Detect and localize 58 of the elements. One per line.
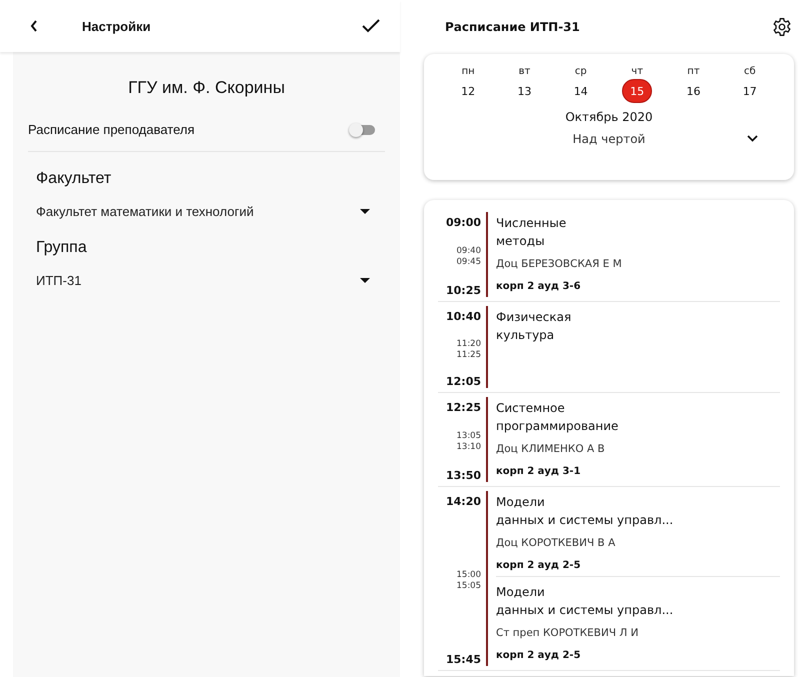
start-time: 09:00 <box>446 216 481 229</box>
teacher-name: Доц КОРОТКЕВИЧ В А <box>496 536 616 551</box>
weekday-label: пт <box>686 66 701 77</box>
chevron-icon[interactable] <box>747 135 758 142</box>
subject-name: Численные методы <box>496 215 566 250</box>
weekday-label: ср <box>574 66 588 77</box>
teacher-name: Ст преп КОРОТКЕВИЧ Л И <box>496 626 638 641</box>
settings-icon[interactable] <box>772 17 792 37</box>
back-icon[interactable] <box>30 20 38 32</box>
break-time: 09:40 <box>456 246 481 256</box>
end-time: 10:25 <box>446 284 481 297</box>
room-label: корп 2 ауд 3-6 <box>496 280 581 294</box>
weekday-label: вт <box>518 66 532 77</box>
date-button[interactable]: 14 <box>566 79 596 103</box>
caret-icon <box>360 278 370 283</box>
check-icon[interactable] <box>362 19 380 33</box>
room-label: корп 2 ауд 2-5 <box>496 559 581 573</box>
weekday-label: сб <box>742 66 757 77</box>
subject-name: Модели данных и системы управл... <box>496 584 674 619</box>
break-time: 13:05 <box>456 431 481 441</box>
university-name: ГГУ им. Ф. Скорины <box>127 78 286 98</box>
date-button[interactable]: 17 <box>734 79 765 103</box>
end-time: 12:05 <box>446 375 481 388</box>
field-label: Группа <box>36 239 88 257</box>
caret-icon <box>360 209 370 214</box>
subject-name: Системное программирование <box>496 400 618 435</box>
break-time: 11:25 <box>456 350 481 360</box>
break-time: 09:45 <box>456 257 481 267</box>
field-label: Факультет <box>36 170 112 188</box>
toggle-label: Расписание преподавателя <box>28 122 195 137</box>
break-time: 15:05 <box>456 581 481 591</box>
teacher-toggle[interactable] <box>349 122 375 136</box>
weekday-label: пн <box>460 66 476 77</box>
date-button[interactable]: 16 <box>678 79 708 103</box>
weekday-label: чт <box>630 66 644 77</box>
start-time: 10:40 <box>446 310 481 323</box>
room-label: корп 2 ауд 2-5 <box>496 649 581 663</box>
break-time: 11:20 <box>456 338 481 348</box>
screen-title: Настройки <box>82 18 152 34</box>
date-button[interactable]: 12 <box>453 79 484 103</box>
month-label: Октябрь 2020 <box>565 110 653 124</box>
break-time: 13:10 <box>456 442 481 452</box>
date-button[interactable]: 13 <box>509 79 540 103</box>
date-button[interactable]: 15 <box>622 79 652 103</box>
subject-name: Модели данных и системы управл... <box>496 494 674 529</box>
week-type: Над чертой <box>572 132 646 146</box>
dropdown[interactable]: ИТП-31 <box>36 273 370 288</box>
teacher-name: Доц БЕРЕЗОВСКАЯ Е М <box>496 257 622 272</box>
end-time: 13:50 <box>446 469 481 482</box>
end-time: 15:45 <box>446 653 481 666</box>
teacher-name: Доц КЛИМЕНКО А В <box>496 442 605 457</box>
subject-name: Физическая культура <box>496 309 572 344</box>
break-time: 15:00 <box>456 570 481 580</box>
start-time: 12:25 <box>446 401 481 414</box>
start-time: 14:20 <box>446 495 481 508</box>
schedule-title: Расписание ИТП-31 <box>445 20 580 34</box>
room-label: корп 2 ауд 3-1 <box>496 465 581 479</box>
dropdown[interactable]: Факультет математики и технологий <box>36 204 370 219</box>
